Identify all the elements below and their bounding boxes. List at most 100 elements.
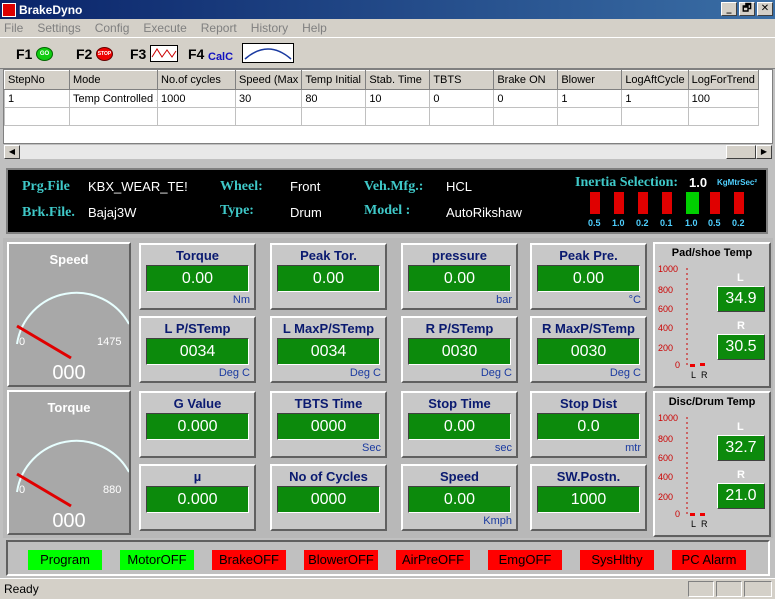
main-panel: Speed 0 1475 000 Torque 0 880 000 Torque… (3, 238, 773, 538)
cell[interactable] (687, 107, 759, 126)
cell[interactable]: 1000 (157, 89, 236, 108)
f1-button[interactable]: F1 GO (14, 38, 56, 68)
inertia-unit: KgMtrSec² (717, 178, 758, 187)
panel-unit: bar (496, 294, 512, 306)
menu-help[interactable]: Help (302, 21, 327, 35)
inertia-bar[interactable] (614, 192, 624, 214)
inertia-bar-label: 1.0 (612, 218, 625, 228)
menu-settings[interactable]: Settings (37, 21, 80, 35)
wheel-value: Front (290, 179, 321, 194)
col-blower[interactable]: Blower (557, 70, 623, 90)
inertia-bar[interactable] (590, 192, 600, 214)
inertia-bar[interactable] (710, 192, 720, 214)
col-tbts[interactable]: TBTS (429, 70, 495, 90)
cell[interactable]: 1 (557, 89, 623, 108)
close-button[interactable]: ✕ (757, 2, 773, 16)
cell[interactable] (493, 107, 559, 126)
f3-button[interactable]: F3 (128, 38, 180, 68)
panel-title: Torque (175, 248, 220, 263)
air-pressure-indicator[interactable]: AirPreOFF (396, 550, 470, 570)
col-cycles[interactable]: No.of cycles (157, 70, 236, 90)
scroll-right-icon[interactable]: ▶ (756, 145, 772, 159)
steps-table[interactable]: StepNo Mode No.of cycles Speed (Max Temp… (3, 69, 773, 144)
panel-title: L MaxP/STemp (282, 321, 375, 336)
panel-value: 0000 (277, 413, 380, 440)
inertia-label: Inertia Selection: (575, 175, 679, 190)
status-pane (716, 581, 742, 597)
col-speed[interactable]: Speed (Max (234, 70, 303, 90)
panel-value: 0000 (277, 486, 380, 513)
cell[interactable]: 80 (301, 89, 367, 108)
col-mode[interactable]: Mode (69, 70, 158, 90)
temp-axis-r: R (701, 370, 708, 380)
table-row[interactable] (4, 107, 759, 126)
maximize-button[interactable]: 🗗 (739, 2, 755, 16)
inertia-bar[interactable] (662, 192, 672, 214)
stop-icon: STOP (96, 47, 113, 61)
model-value: AutoRikshaw (446, 205, 522, 220)
horizontal-scrollbar[interactable]: ◀ ▶ (3, 144, 773, 160)
scroll-thumb[interactable] (726, 145, 756, 159)
temp-tick: 0 (675, 360, 681, 370)
f2-button[interactable]: F2 STOP (74, 38, 116, 68)
temp-tick: 1000 (658, 264, 679, 274)
panel-title: Speed (439, 469, 479, 484)
calc-label: CalC (208, 51, 234, 63)
table-row[interactable]: 1 Temp Controlled S 1000 30 80 10 0 0 1 … (4, 89, 759, 108)
col-stab-time[interactable]: Stab. Time (365, 70, 431, 90)
cell[interactable]: 30 (234, 89, 303, 108)
inertia-bar[interactable] (734, 192, 744, 214)
r-max-ps-temp-panel: R MaxP/STemp 0030 Deg C (530, 316, 647, 383)
cell[interactable]: 1 (4, 89, 70, 108)
panel-title: Stop Time (428, 396, 491, 411)
col-logaftcycle[interactable]: LogAftCycle (621, 70, 689, 90)
panel-unit: Deg C (218, 367, 250, 379)
veh-mfg-label: Veh.Mfg.: (364, 179, 424, 194)
menu-report[interactable]: Report (201, 21, 237, 35)
cell[interactable]: 0 (493, 89, 559, 108)
inertia-bar-label: 0.5 (588, 218, 601, 228)
cell[interactable]: 1 (621, 89, 689, 108)
cell[interactable]: 10 (365, 89, 431, 108)
cell[interactable] (157, 107, 236, 126)
menu-execute[interactable]: Execute (143, 21, 186, 35)
inertia-bar-selected[interactable] (686, 192, 699, 214)
cell[interactable] (365, 107, 431, 126)
cell[interactable] (429, 107, 495, 126)
cell[interactable]: Temp Controlled S (69, 89, 158, 108)
panel-unit: mtr (625, 442, 641, 454)
col-brake-on[interactable]: Brake ON (493, 70, 559, 90)
cell[interactable] (4, 107, 70, 126)
menu-file[interactable]: File (4, 21, 23, 35)
motor-indicator[interactable]: MotorOFF (120, 550, 194, 570)
temp-l-value: 32.7 (717, 435, 765, 461)
menu-config[interactable]: Config (95, 21, 130, 35)
cell[interactable] (621, 107, 689, 126)
torque-gauge: Torque 0 880 000 (7, 390, 131, 535)
system-health-indicator[interactable]: SysHlthy (580, 550, 654, 570)
col-logfortrend[interactable]: LogForTrend (687, 70, 759, 90)
f4-button[interactable]: F4 CalC (186, 38, 296, 68)
cell[interactable]: 100 (687, 89, 759, 108)
emergency-indicator[interactable]: EmgOFF (488, 550, 562, 570)
col-temp-initial[interactable]: Temp Initial (301, 70, 367, 90)
model-label: Model : (364, 203, 411, 218)
cell[interactable] (557, 107, 623, 126)
pressure-panel: pressure 0.00 bar (401, 243, 518, 310)
blower-indicator[interactable]: BlowerOFF (304, 550, 378, 570)
col-stepno[interactable]: StepNo (4, 70, 70, 90)
window-title: BrakeDyno (19, 2, 83, 17)
cell[interactable] (234, 107, 303, 126)
cell[interactable] (69, 107, 158, 126)
minimize-button[interactable]: _ (721, 2, 737, 16)
program-indicator[interactable]: Program (28, 550, 102, 570)
panel-value: 0034 (146, 338, 249, 365)
cell[interactable]: 0 (429, 89, 495, 108)
pc-alarm-indicator[interactable]: PC Alarm (672, 550, 746, 570)
cell[interactable] (301, 107, 367, 126)
menu-history[interactable]: History (251, 21, 288, 35)
brake-indicator[interactable]: BrakeOFF (212, 550, 286, 570)
inertia-bar[interactable] (638, 192, 648, 214)
scroll-left-icon[interactable]: ◀ (4, 145, 20, 159)
torque-gauge-min: 0 (19, 484, 26, 496)
